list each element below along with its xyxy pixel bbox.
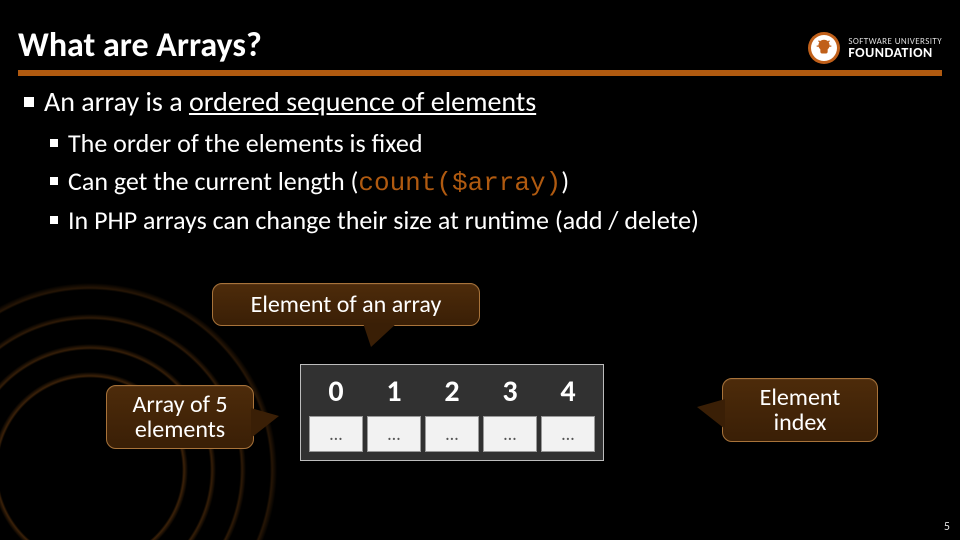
pointer-icon <box>251 408 279 438</box>
bullet-main-text: An array is a ordered sequence of elemen… <box>44 84 536 119</box>
content: An array is a ordered sequence of elemen… <box>24 84 936 242</box>
logo: SOFTWARE UNIVERSITY FOUNDATION <box>808 32 942 70</box>
index-cell: 0 <box>307 371 365 414</box>
bullet-sub-2-text: Can get the current length (count($array… <box>68 165 569 198</box>
bullet-icon <box>50 177 58 185</box>
bullet-icon <box>50 216 58 224</box>
bullet-sub-2: Can get the current length (count($array… <box>50 165 936 198</box>
callout-element-text: Element of an array <box>251 290 442 319</box>
logo-line-2: FOUNDATION <box>848 46 942 60</box>
value-cell: … <box>425 416 479 452</box>
header: What are Arrays? SOFTWARE UNIVERSITY FOU… <box>18 14 942 76</box>
array-diagram: 0 1 2 3 4 … … … … … <box>300 364 604 461</box>
callout-array: Array of 5 elements <box>106 385 254 449</box>
bullet-sub-3-text: In PHP arrays can change their size at r… <box>68 204 699 236</box>
bullet-sub-1-text: The order of the elements is fixed <box>68 127 422 159</box>
pointer-icon <box>363 323 397 347</box>
index-cell: 3 <box>481 371 539 414</box>
value-cell: … <box>367 416 421 452</box>
index-cell: 2 <box>423 371 481 414</box>
bullet-main: An array is a ordered sequence of elemen… <box>24 84 936 119</box>
logo-text: SOFTWARE UNIVERSITY FOUNDATION <box>848 37 942 60</box>
value-row: … … … … … <box>307 414 597 454</box>
index-cell: 1 <box>365 371 423 414</box>
bullet-sub-3: In PHP arrays can change their size at r… <box>50 204 936 236</box>
bulb-icon <box>808 32 840 64</box>
callout-index: Element index <box>722 378 878 442</box>
value-cell: … <box>541 416 595 452</box>
bullet-icon <box>24 97 34 107</box>
value-cell: … <box>483 416 537 452</box>
callout-index-line-2: index <box>774 408 827 437</box>
index-row: 0 1 2 3 4 <box>307 371 597 414</box>
bullet-icon <box>50 139 58 147</box>
page-title: What are Arrays? <box>18 25 262 70</box>
index-cell: 4 <box>539 371 597 414</box>
page-number: 5 <box>944 520 950 534</box>
callout-element: Element of an array <box>212 283 480 326</box>
pointer-icon <box>697 399 725 429</box>
callout-array-line-2: elements <box>135 415 225 444</box>
value-cell: … <box>309 416 363 452</box>
bullet-sub-1: The order of the elements is fixed <box>50 127 936 159</box>
